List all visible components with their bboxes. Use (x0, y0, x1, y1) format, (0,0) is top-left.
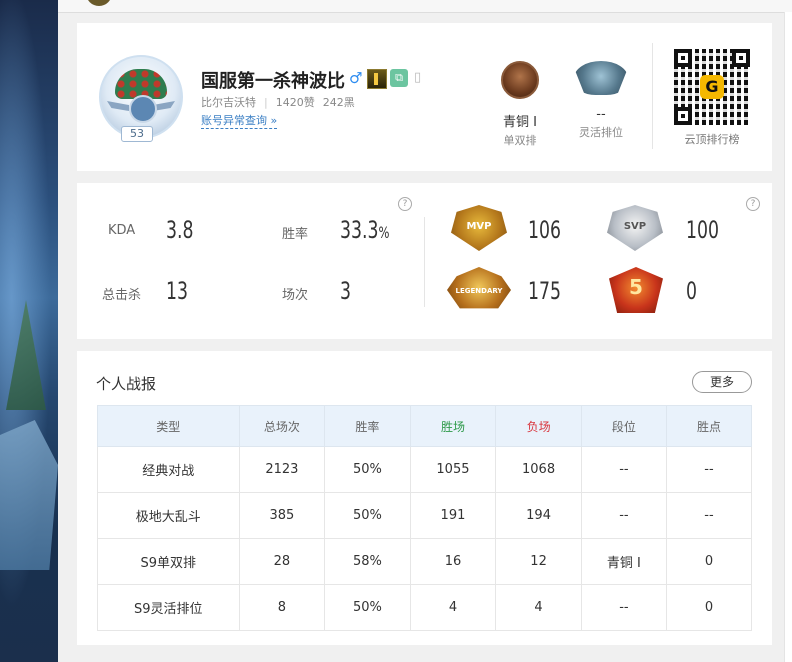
col-type: 类型 (97, 405, 240, 447)
rank-solo[interactable]: 青铜 Ⅰ 单双排 (490, 61, 550, 148)
blacks-count: 242黑 (322, 96, 355, 109)
table-row[interactable]: 经典对战 2123 50% 1055 1068 -- -- (97, 446, 753, 493)
legendary-count: 175 (528, 277, 561, 305)
rank-flex[interactable]: -- 灵活排位 (571, 61, 631, 140)
mvp-count: 106 (528, 216, 561, 244)
col-total: 总场次 (238, 405, 326, 447)
account-abnormal-link[interactable]: 账号异常查询 » (201, 112, 278, 129)
pentakill-count: 0 (686, 277, 697, 305)
help-icon[interactable]: ? (746, 197, 760, 211)
rank-flex-tier: -- (596, 107, 606, 122)
table-row[interactable]: S9单双排 28 58% 16 12 青铜 Ⅰ0 (97, 538, 753, 585)
tree-art (6, 300, 46, 410)
table-header-row: 类型 总场次 胜率 胜场 负场 段位 胜点 (97, 405, 753, 447)
player-meta: 比尔吉沃特 | 1420赞 242黑 (201, 94, 355, 110)
qr-logo-icon: G (700, 75, 724, 99)
col-lp: 胜点 (665, 405, 753, 447)
help-icon[interactable]: ? (398, 197, 412, 211)
section-title: 个人战报 (96, 375, 157, 393)
top-bar (58, 0, 792, 13)
legendary-icon: LEGENDARY (447, 267, 511, 309)
report-table: 类型 总场次 胜率 胜场 负场 段位 胜点 经典对战 2123 50% 1055 106… (97, 405, 753, 631)
qr-label: 云顶排行榜 (684, 133, 740, 146)
kills-value: 13 (166, 277, 188, 305)
kda-value: 3.8 (166, 216, 194, 244)
phone-icon[interactable]: ▯ (414, 70, 432, 86)
qr-code[interactable]: G (674, 49, 750, 125)
pentakill-icon: 5 (609, 267, 663, 313)
meta-separator: | (264, 96, 268, 109)
col-losses: 负场 (495, 405, 582, 447)
wing-left-icon (107, 101, 129, 111)
kills-label: 总击杀 (102, 288, 142, 303)
table-row[interactable]: 极地大乱斗 385 50% 191 194 -- -- (97, 492, 753, 539)
unranked-icon (574, 61, 628, 95)
winrate-value: 33.3% (340, 216, 390, 244)
server-name: 比尔吉沃特 (201, 96, 256, 109)
rank-flex-type: 灵活排位 (579, 126, 623, 139)
svp-icon: SVP (607, 205, 663, 251)
col-winrate: 胜率 (324, 405, 411, 447)
level-badge: 53 (121, 126, 153, 142)
copy-icon[interactable]: ⧉ (390, 69, 408, 87)
player-name: 国服第一杀神波比 (201, 71, 345, 92)
col-tier: 段位 (580, 405, 667, 447)
rock-art (0, 420, 58, 570)
more-button[interactable]: 更多 (692, 371, 752, 393)
male-icon: ♂ (349, 69, 363, 87)
emblem-icon (129, 95, 157, 123)
kda-label: KDA (108, 223, 136, 238)
winrate-label: 胜率 (282, 227, 309, 242)
games-value: 3 (340, 277, 351, 305)
rank-solo-type: 单双排 (503, 134, 537, 147)
top-emblem-icon (86, 0, 112, 6)
right-panel-edge (784, 12, 792, 662)
stats-card: KDA 3.8 胜率 33.3% 总击杀 13 场次 3 ? MVP 106 S… (77, 183, 772, 339)
report-card: 个人战报 更多 类型 总场次 胜率 胜场 负场 段位 胜点 经典对战 2123 50… (77, 351, 772, 645)
divider (424, 217, 425, 307)
svp-count: 100 (686, 216, 719, 244)
games-label: 场次 (282, 288, 309, 303)
col-wins: 胜场 (409, 405, 497, 447)
likes-count: 1420赞 (275, 96, 315, 109)
bronze-rank-icon (501, 61, 539, 99)
background-artwork (0, 0, 58, 662)
honor-badge-icon (367, 69, 387, 89)
profile-card: 53 国服第一杀神波比 ♂ ⧉ ▯ 比尔吉沃特 | 1420赞 242黑 账号异常查询… (77, 23, 772, 171)
table-row[interactable]: S9灵活排位 8 50% 4 4 -- 0 (97, 584, 753, 631)
divider (652, 43, 653, 149)
rank-solo-tier: 青铜 Ⅰ (503, 115, 537, 130)
mvp-icon: MVP (451, 205, 507, 251)
